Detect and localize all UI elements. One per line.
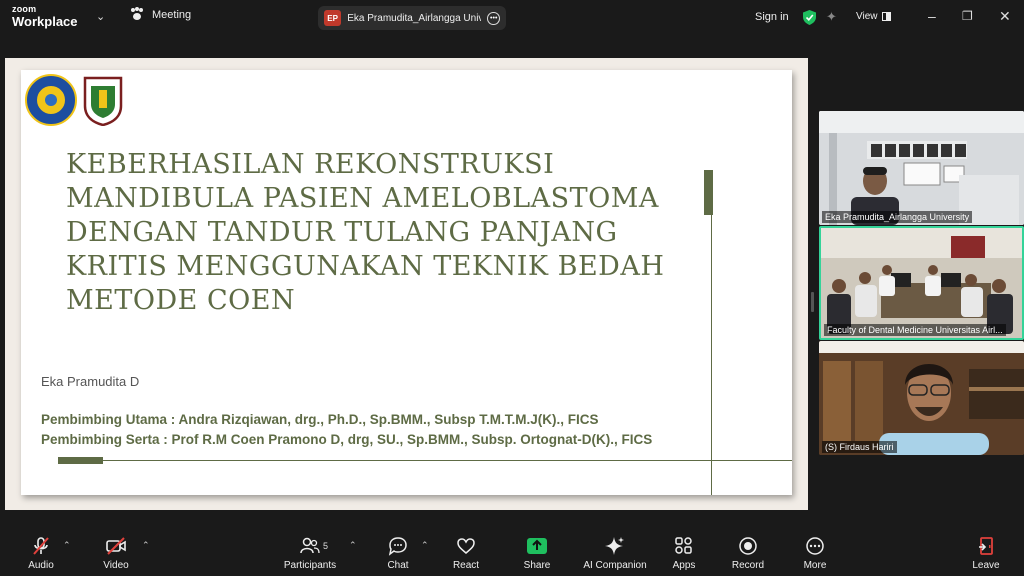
brand-line1: zoom (12, 4, 37, 14)
participant-video (819, 111, 1024, 225)
shared-screen: KEBERHASILAN REKONSTRUKSI MANDIBULA PASI… (5, 58, 808, 510)
meeting-title-pill[interactable]: EP Eka Pramudita_Airlangga Univers ••• (318, 6, 506, 30)
security-shield-icon[interactable] (803, 10, 816, 25)
chevron-down-icon[interactable]: ⌄ (96, 10, 105, 23)
ai-companion-sparkle-icon (603, 536, 627, 556)
more-icon (803, 536, 827, 556)
presentation-slide: KEBERHASILAN REKONSTRUKSI MANDIBULA PASI… (21, 70, 792, 495)
minimize-icon[interactable]: – (928, 9, 936, 23)
video-off-icon (104, 536, 128, 556)
record-label: Record (731, 560, 765, 571)
decor-horizontal-line (103, 460, 792, 461)
view-layout-icon (881, 12, 891, 21)
participants-options-caret[interactable]: ⌃ (349, 540, 357, 551)
react-button[interactable]: React (431, 536, 501, 571)
paw-icon (130, 7, 144, 22)
ai-sparkle-icon[interactable]: ✦ (826, 9, 837, 25)
more-options-icon[interactable]: ••• (487, 11, 500, 25)
record-button[interactable]: Record (713, 536, 783, 571)
slide-advisor-co: Pembimbing Serta : Prof R.M Coen Pramono… (41, 432, 653, 447)
host-avatar: EP (324, 10, 342, 26)
restore-icon[interactable]: ❐ (962, 10, 973, 22)
view-label: View (856, 11, 878, 22)
heart-icon (454, 536, 478, 556)
leave-door-icon (974, 536, 998, 556)
record-icon (736, 536, 760, 556)
chat-bubble-icon (386, 536, 410, 556)
decor-horizontal-bar (58, 457, 103, 464)
apps-button[interactable]: Apps (649, 536, 719, 571)
meeting-label: Meeting (152, 9, 192, 21)
meeting-button[interactable]: Meeting (130, 7, 192, 22)
participants-button[interactable]: Participants (275, 536, 345, 571)
participants-label: Participants (283, 560, 337, 571)
more-label: More (803, 560, 827, 571)
slide-title: KEBERHASILAN REKONSTRUKSI MANDIBULA PASI… (66, 149, 665, 316)
video-button[interactable]: Video (81, 536, 151, 571)
panel-resize-handle[interactable] (811, 292, 814, 312)
participant-video (819, 341, 1024, 455)
brand-line2: Workplace (12, 14, 78, 29)
decor-vertical-bar (704, 170, 713, 215)
participant-name: Faculty of Dental Medicine Universitas A… (824, 324, 1006, 336)
participants-count: 5 (323, 541, 329, 551)
view-button[interactable]: View (856, 11, 891, 22)
video-tile-active-speaker[interactable]: Faculty of Dental Medicine Universitas A… (819, 226, 1024, 340)
zoom-workplace-logo[interactable]: zoom Workplace (12, 4, 78, 29)
participant-name: Eka Pramudita_Airlangga University (822, 211, 973, 223)
apps-icon (672, 536, 696, 556)
audio-options-caret[interactable]: ⌃ (63, 540, 71, 551)
university-seal-logo (25, 74, 77, 126)
meeting-title: Eka Pramudita_Airlangga Univers (347, 12, 482, 24)
decor-vertical-line (711, 215, 712, 495)
sign-in-link[interactable]: Sign in (755, 11, 789, 23)
video-label: Video (103, 560, 129, 571)
ai-companion-label: AI Companion (583, 560, 647, 571)
top-bar: zoom Workplace ⌄ Meeting EP Eka Pramudit… (0, 0, 1024, 36)
video-tile[interactable]: Eka Pramudita_Airlangga University (819, 111, 1024, 225)
video-options-caret[interactable]: ⌃ (142, 540, 150, 551)
share-button[interactable]: Share (502, 536, 572, 571)
video-tile[interactable]: (S) Firdaus Hariri (819, 341, 1024, 455)
ai-companion-button[interactable]: AI Companion (580, 536, 650, 571)
leave-label: Leave (972, 560, 1000, 571)
zoom-window: zoom Workplace ⌄ Meeting EP Eka Pramudit… (0, 0, 1024, 576)
participant-video (821, 228, 1022, 338)
participants-icon (298, 536, 322, 556)
muted-mic-icon (29, 536, 53, 556)
chat-options-caret[interactable]: ⌃ (421, 540, 429, 551)
chat-label: Chat (387, 560, 409, 571)
close-icon[interactable]: ✕ (999, 9, 1011, 23)
faculty-crest-logo (83, 76, 123, 126)
participant-name: (S) Firdaus Hariri (822, 441, 897, 453)
share-label: Share (523, 560, 551, 571)
audio-label: Audio (28, 560, 54, 571)
share-screen-icon (525, 536, 549, 556)
react-label: React (452, 560, 480, 571)
leave-button[interactable]: Leave (951, 536, 1021, 571)
apps-label: Apps (672, 560, 696, 571)
slide-advisor-main: Pembimbing Utama : Andra Rizqiawan, drg.… (41, 412, 599, 427)
slide-author: Eka Pramudita D (41, 374, 140, 389)
more-button[interactable]: More (780, 536, 850, 571)
